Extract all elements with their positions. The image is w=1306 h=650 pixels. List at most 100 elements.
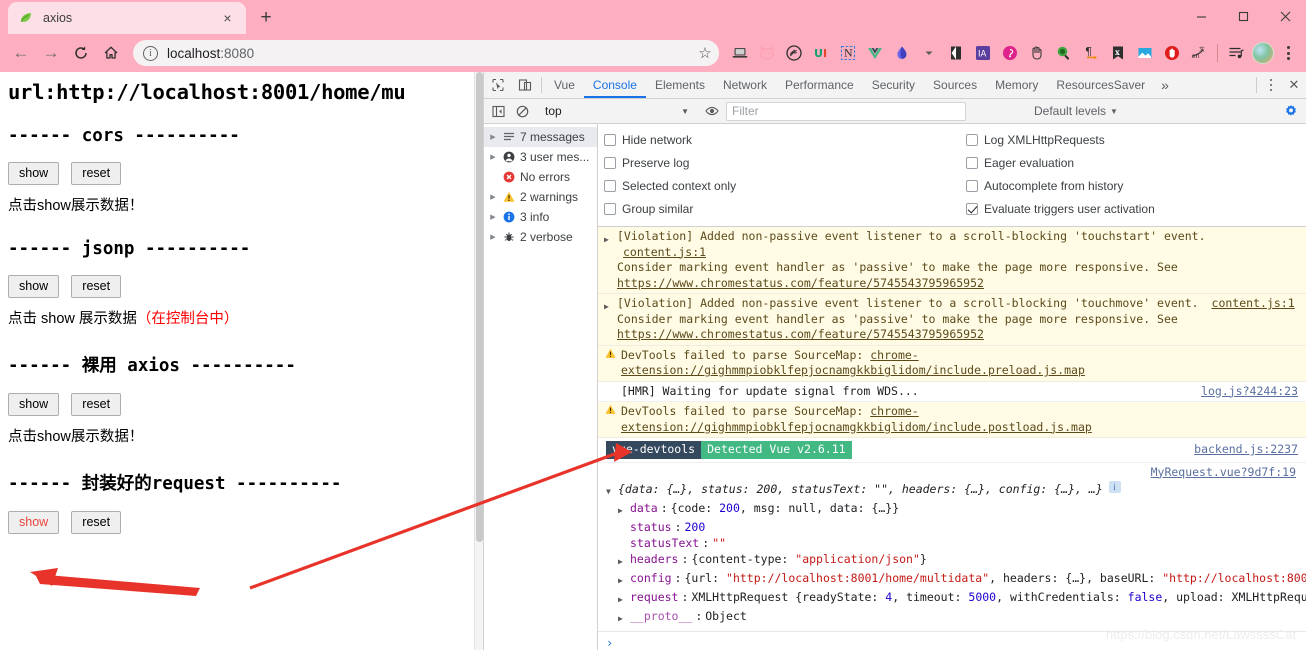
devtools-tab-memory[interactable]: Memory — [986, 72, 1047, 98]
object-summary-row[interactable]: ▼ {data: {…}, status: 200, statusText: "… — [606, 481, 1298, 500]
sidebar-item-user-messages[interactable]: ▶ 3 user mes... — [484, 147, 597, 167]
log-levels-select[interactable]: Default levels ▼ — [1034, 104, 1118, 118]
log-entry-vue-devtools[interactable]: vue-devtools Detected Vue v2.6.11 backen… — [598, 438, 1306, 463]
checkbox[interactable] — [604, 156, 616, 169]
info-icon[interactable]: i — [1108, 481, 1121, 493]
site-info-icon[interactable]: i — [143, 45, 158, 61]
object-property-data[interactable]: ▶ data: {code: 200, msg: null, data: {…}… — [606, 500, 1298, 519]
collapse-arrow-icon[interactable]: ▼ — [606, 481, 615, 500]
checkbox[interactable] — [966, 179, 978, 192]
ia-icon[interactable]: IA — [970, 40, 996, 66]
window-close-icon[interactable] — [1264, 0, 1306, 32]
log-entry-response-object[interactable]: MyRequest.vue?9d7f:19 ▼ {data: {…}, stat… — [598, 463, 1306, 632]
setting-hide-network[interactable]: Hide network — [604, 128, 966, 151]
object-property-proto[interactable]: ▶ __proto__: Object — [606, 608, 1298, 627]
address-bar[interactable]: i localhost:8080 ☆ — [133, 40, 719, 66]
kebab-menu-icon[interactable] — [1277, 40, 1299, 66]
expand-arrow-icon[interactable]: ▶ — [618, 570, 627, 589]
setting-preserve-log[interactable]: Preserve log — [604, 151, 966, 174]
ui-icon[interactable]: UI — [808, 40, 834, 66]
devtools-tab-resourcessaver[interactable]: ResourcesSaver — [1047, 72, 1154, 98]
chevron-right-icon[interactable]: ▶ — [488, 233, 498, 241]
checkbox[interactable] — [966, 156, 978, 169]
avatar[interactable] — [1250, 40, 1276, 66]
page-scrollbar[interactable] — [474, 72, 483, 650]
devtools-tab-network[interactable]: Network — [714, 72, 776, 98]
close-icon[interactable]: × — [219, 10, 236, 27]
setting-autocomplete-from-history[interactable]: Autocomplete from history — [966, 174, 1306, 197]
expand-arrow-icon[interactable]: ▶ — [604, 229, 613, 291]
setting-selected-context-only[interactable]: Selected context only — [604, 174, 966, 197]
devtools-tab-sources[interactable]: Sources — [924, 72, 986, 98]
console-filter-input[interactable]: Filter — [726, 101, 966, 121]
maximize-icon[interactable] — [1222, 0, 1264, 32]
sidebar-item-verbose[interactable]: ▶ 2 verbose — [484, 227, 597, 247]
cat-icon[interactable] — [754, 40, 780, 66]
expand-arrow-icon[interactable]: ▶ — [604, 296, 613, 343]
pink-circle-icon[interactable] — [997, 40, 1023, 66]
checkbox[interactable] — [604, 133, 616, 146]
setting-group-similar[interactable]: Group similar — [604, 197, 966, 220]
chevron-right-icon[interactable]: ▶ — [488, 213, 498, 221]
opera-hand-icon[interactable] — [1159, 40, 1185, 66]
home-icon[interactable] — [97, 39, 125, 67]
x-bookmark-icon[interactable]: x — [1105, 40, 1131, 66]
back-icon[interactable]: ← — [7, 39, 35, 67]
reset-button-raw-axios[interactable]: reset — [71, 393, 122, 416]
log-entry-sourcemap-preload[interactable]: DevTools failed to parse SourceMap: chro… — [598, 345, 1306, 382]
pilcrow-icon[interactable]: ¶ — [1078, 40, 1104, 66]
console-sidebar-toggle-icon[interactable] — [486, 99, 510, 123]
chevron-right-icon[interactable]: ▶ — [488, 133, 498, 141]
reset-button-request[interactable]: reset — [71, 511, 122, 534]
setting-log-xmlhttprequests[interactable]: Log XMLHttpRequests — [966, 128, 1306, 151]
reset-button-cors[interactable]: reset — [71, 162, 122, 185]
setting-eager-evaluation[interactable]: Eager evaluation — [966, 151, 1306, 174]
checkbox[interactable] — [966, 202, 978, 215]
magnifier-icon[interactable] — [1051, 40, 1077, 66]
show-button-jsonp[interactable]: show — [8, 275, 60, 298]
log-source-link[interactable]: backend.js:2237 — [1194, 442, 1298, 458]
devtools-tab-console[interactable]: Console — [584, 72, 646, 98]
playlist-icon[interactable] — [1223, 40, 1249, 66]
bookmark-star-icon[interactable]: ☆ — [691, 40, 719, 66]
sidebar-item-messages[interactable]: ▶ 7 messages — [484, 127, 597, 147]
devtools-tab-security[interactable]: Security — [863, 72, 924, 98]
devtools-close-icon[interactable]: ✕ — [1282, 72, 1306, 98]
forward-icon[interactable]: → — [37, 39, 65, 67]
bracket-icon[interactable] — [943, 40, 969, 66]
execution-context-select[interactable]: top ▼ — [541, 104, 693, 118]
image-icon[interactable] — [1132, 40, 1158, 66]
show-button-request[interactable]: show — [8, 511, 60, 534]
chevron-right-icon[interactable]: ▶ — [488, 193, 498, 201]
log-source-link[interactable]: content.js:1 — [617, 245, 706, 259]
settings-gear-icon[interactable] — [1278, 104, 1304, 118]
inspect-element-icon[interactable] — [484, 72, 511, 98]
log-entry-hmr[interactable]: [HMR] Waiting for update signal from WDS… — [598, 381, 1306, 402]
object-property-request[interactable]: ▶ request: XMLHttpRequest {readyState: 4… — [606, 589, 1306, 608]
chevron-right-icon[interactable]: ▶ — [488, 153, 498, 161]
browser-tab-axios[interactable]: axios × — [8, 2, 246, 34]
object-property-headers[interactable]: ▶ headers: {content-type: "application/j… — [606, 551, 1298, 570]
sidebar-item-warnings[interactable]: ▶ 2 warnings — [484, 187, 597, 207]
chevron-down-icon[interactable] — [916, 40, 942, 66]
live-expression-icon[interactable] — [700, 99, 724, 123]
log-detail-link[interactable]: https://www.chromestatus.com/feature/574… — [617, 276, 984, 290]
reset-button-jsonp[interactable]: reset — [71, 275, 122, 298]
sidebar-item-info[interactable]: ▶ 3 info — [484, 207, 597, 227]
devtools-more-tabs-icon[interactable]: » — [1154, 72, 1176, 98]
log-source-link[interactable]: MyRequest.vue?9d7f:19 — [606, 465, 1298, 481]
show-button-cors[interactable]: show — [8, 162, 60, 185]
hand-icon[interactable] — [1024, 40, 1050, 66]
notion-icon[interactable]: N — [835, 40, 861, 66]
devtools-tab-vue[interactable]: Vue — [545, 72, 584, 98]
expand-arrow-icon[interactable]: ▶ — [618, 589, 627, 608]
devtools-menu-icon[interactable] — [1260, 72, 1282, 98]
object-property-config[interactable]: ▶ config: {url: "http://localhost:8001/h… — [606, 570, 1306, 589]
checkbox[interactable] — [604, 179, 616, 192]
laptop-icon[interactable] — [727, 40, 753, 66]
minimize-icon[interactable] — [1180, 0, 1222, 32]
new-tab-button[interactable]: + — [252, 4, 280, 32]
log-entry-violation-touchstart[interactable]: ▶ [Violation] Added non-passive event li… — [598, 227, 1306, 294]
drop-icon[interactable] — [889, 40, 915, 66]
stamp-icon[interactable] — [781, 40, 807, 66]
